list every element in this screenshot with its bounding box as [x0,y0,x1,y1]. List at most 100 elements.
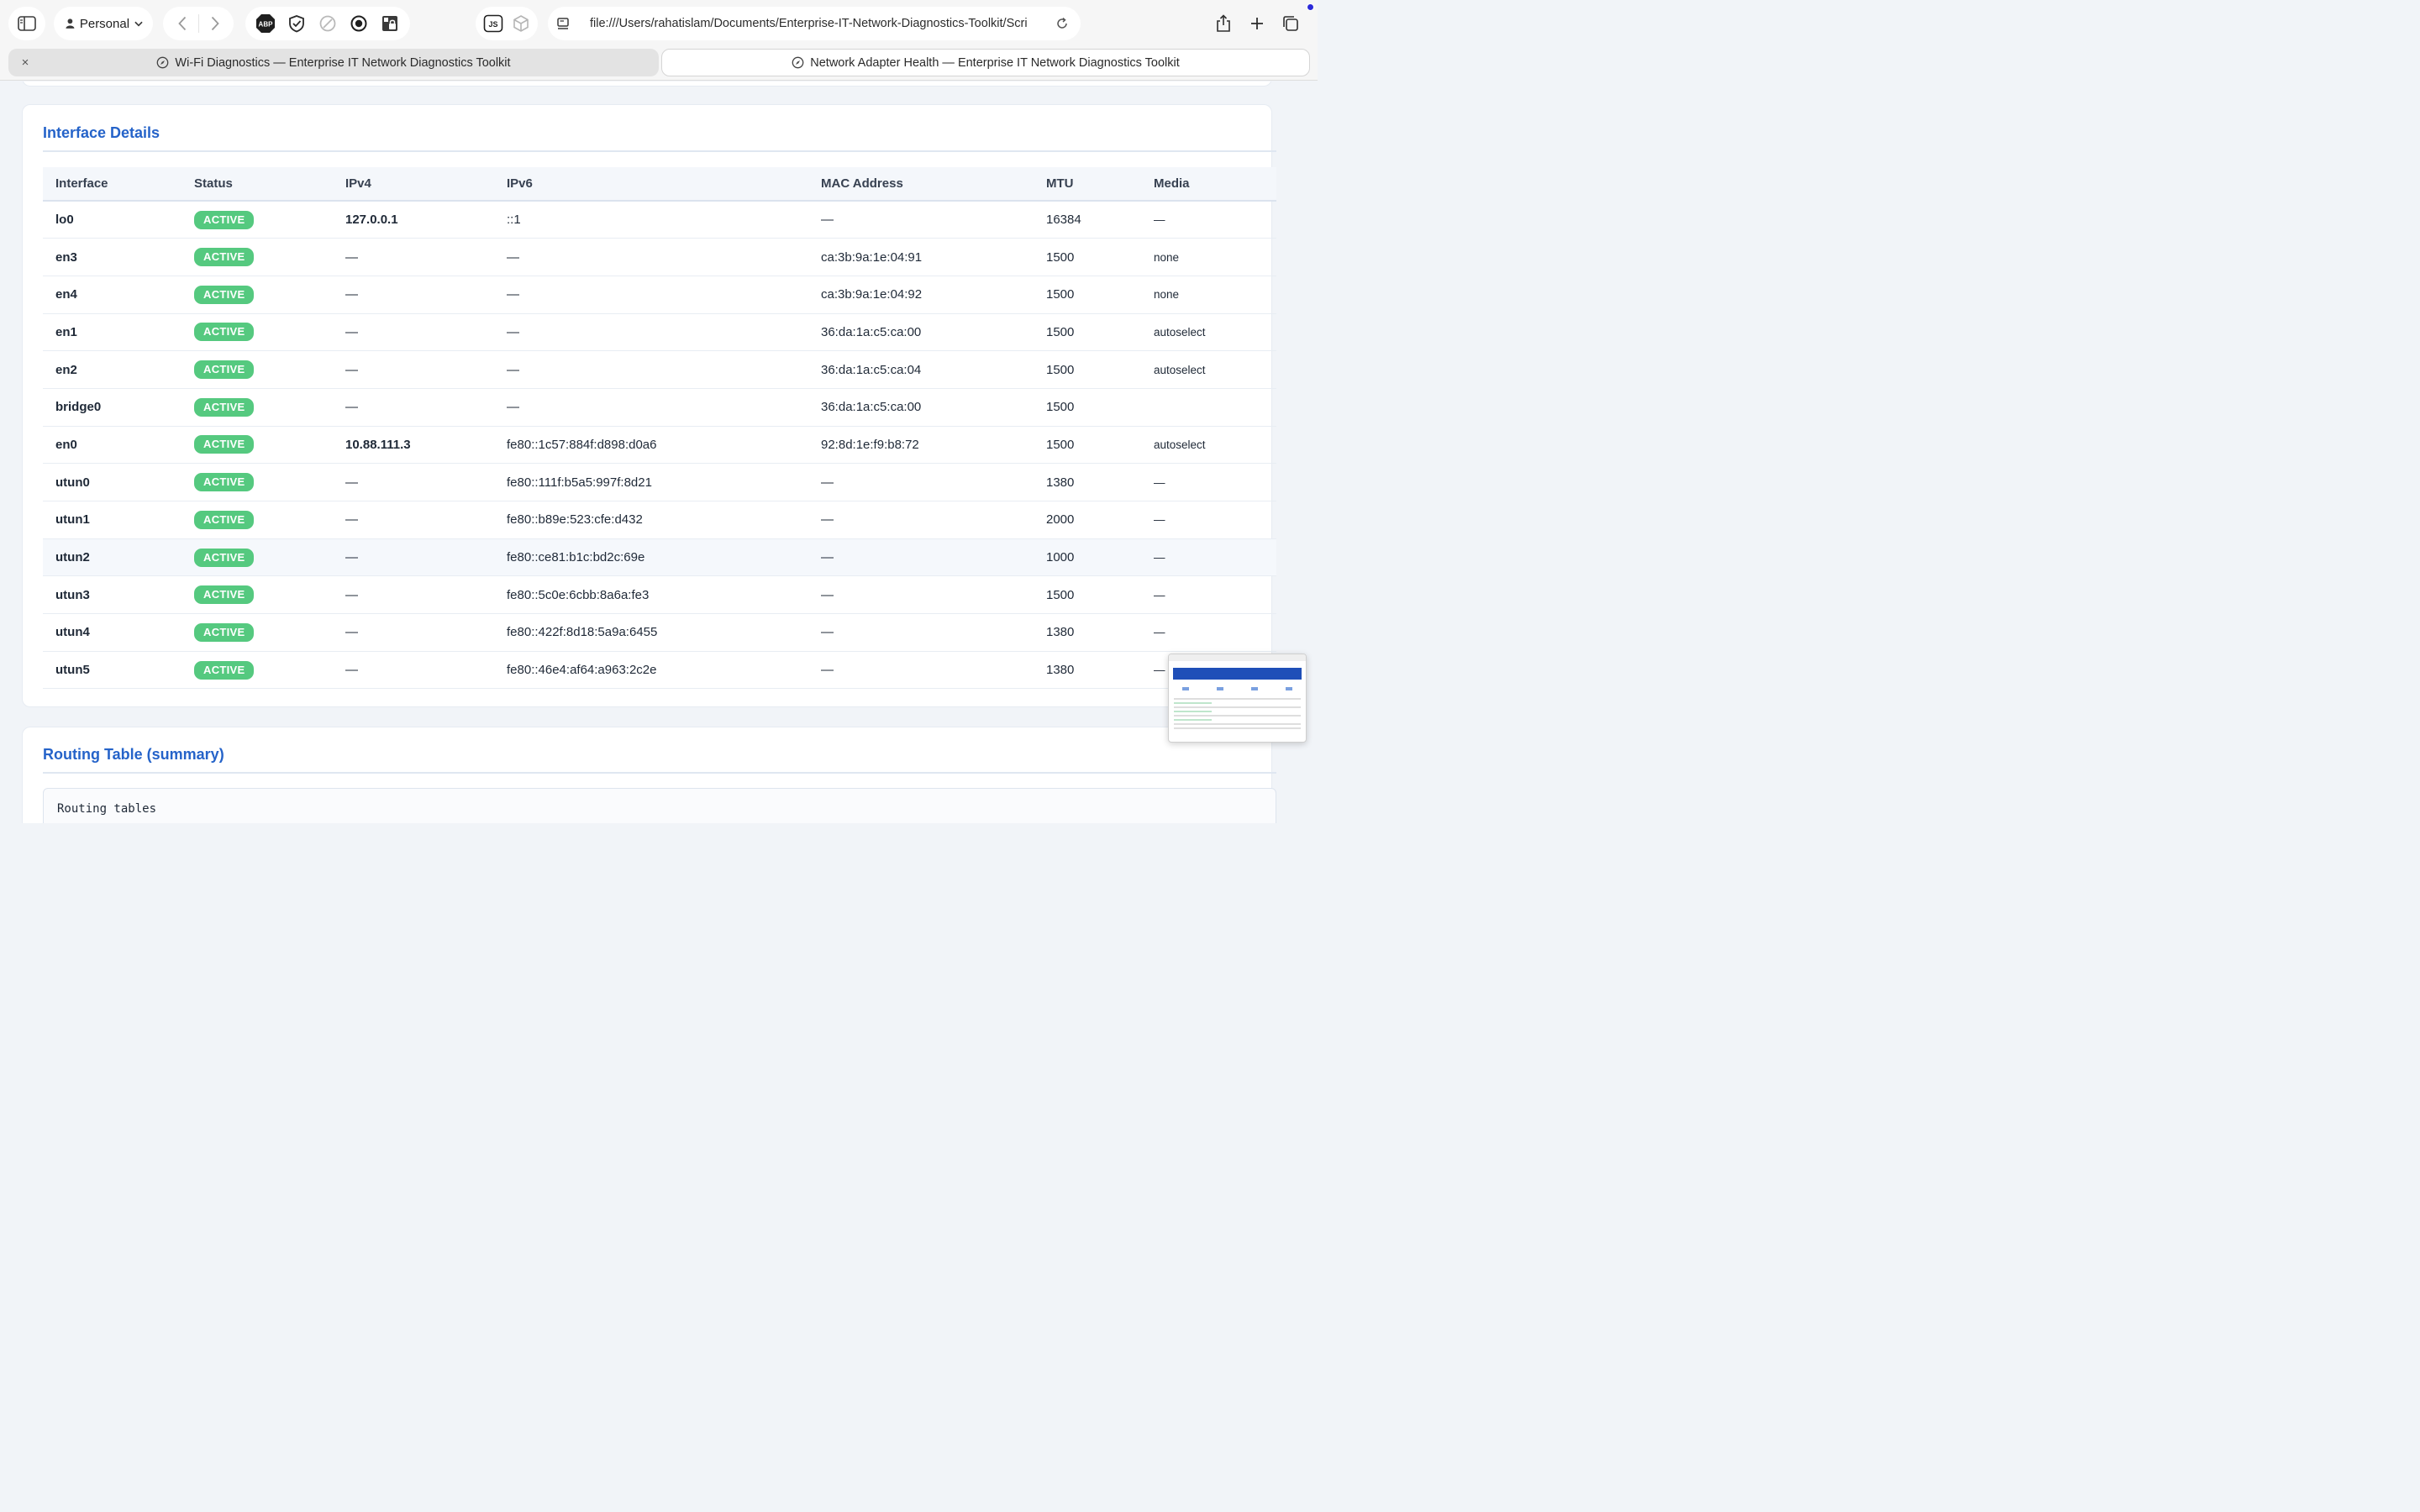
navigation-buttons [163,7,234,40]
section-title: Routing Table (summary) [43,746,224,763]
ipv6-cell: — [494,350,808,389]
table-header-row: Interface Status IPv4 IPv6 MAC Address M… [43,167,1276,202]
interface-name-cell: utun0 [43,463,182,501]
divider [197,14,199,33]
thumbnail-header [1173,668,1302,680]
mac-address-cell: — [808,613,1034,652]
ipv6-cell: fe80::422f:8d18:5a9a:6455 [494,613,808,652]
interface-name-cell: utun2 [43,538,182,577]
adblock-icon: ABP [256,14,276,33]
ipv4-cell: — [333,238,494,276]
notification-dot [1307,3,1314,11]
mtu-cell: 1500 [1034,350,1141,389]
lock-icon [381,16,397,31]
table-row: utun1 ACTIVE — fe80::b89e:523:cfe:d432—2000… [43,501,1276,539]
table-row: en3 ACTIVE — — ca:3b:9a:1e:04:91 1500 none [43,238,1276,276]
shield-extension-button[interactable] [281,8,312,39]
media-cell: — [1141,463,1276,501]
column-header: Media [1141,167,1276,202]
table-row: en4 ACTIVE — — ca:3b:9a:1e:04:92 1500 none [43,276,1276,314]
tab-overview-button[interactable] [1276,8,1306,39]
ipv4-cell: — [333,388,494,427]
status-cell: ACTIVE [182,201,333,239]
mac-address-cell: 36:da:1a:c5:ca:04 [808,350,1034,389]
reload-button[interactable] [1052,8,1072,39]
interface-name-cell: utun4 [43,613,182,652]
interface-name-cell: lo0 [43,201,182,239]
profile-button[interactable]: Personal [54,7,153,40]
status-badge: ACTIVE [194,473,255,492]
status-badge: ACTIVE [194,323,255,342]
ipv6-cell: — [494,313,808,352]
previous-card [22,81,1272,87]
table-row: lo0 ACTIVE 127.0.0.1::1—16384— [43,201,1276,239]
status-cell: ACTIVE [182,575,333,615]
ipv4-cell: — [333,575,494,615]
mtu-cell: 16384 [1034,201,1141,239]
javascript-label: JS [488,20,497,29]
tabs-overview-icon [1283,16,1298,31]
table-row: utun3 ACTIVE — fe80::5c0e:6cbb:8a6a:fe3—150… [43,575,1276,615]
mac-address-cell: — [808,651,1034,690]
interface-name-cell: en2 [43,350,182,389]
media-cell: none [1141,238,1276,276]
status-cell: ACTIVE [182,613,333,652]
routing-table-output: Routing tables [43,788,1276,823]
status-badge: ACTIVE [194,210,255,229]
ipv4-cell: — [333,313,494,352]
mac-address-cell: ca:3b:9a:1e:04:91 [808,238,1034,276]
page-menu-icon [557,18,569,29]
status-badge: ACTIVE [194,397,255,417]
mac-address-cell: ca:3b:9a:1e:04:92 [808,276,1034,314]
close-tab-button[interactable]: × [17,54,34,71]
thumbnail-stats [1169,685,1306,693]
mac-address-cell: — [808,501,1034,539]
sidebar-toggle-button[interactable] [8,7,45,40]
ipv4-cell: — [333,651,494,690]
url-text: file:///Users/rahatislam/Documents/Enter… [590,17,1028,30]
status-badge: ACTIVE [194,660,255,680]
interface-name-cell: en0 [43,426,182,465]
status-badge: ACTIVE [194,510,255,529]
tab-bar: × Wi-Fi Diagnostics — Enterprise IT Netw… [0,47,1318,81]
interface-name-cell: utun5 [43,651,182,690]
mtu-cell: 1380 [1034,651,1141,690]
ipv6-cell: fe80::46e4:af64:a963:2c2e [494,651,808,690]
column-header: MAC Address [808,167,1034,202]
forward-button[interactable] [200,8,230,39]
media-cell: — [1141,201,1276,239]
table-row: utun0 ACTIVE — fe80::111f:b5a5:997f:8d21—13… [43,463,1276,501]
section-divider [43,772,1276,774]
status-cell: ACTIVE [182,276,333,314]
compass-extension-button[interactable] [313,8,343,39]
address-bar[interactable]: file:///Users/rahatislam/Documents/Enter… [548,7,1081,40]
status-cell: ACTIVE [182,463,333,501]
javascript-toggle-button[interactable]: JS [479,8,507,39]
ipv6-cell: fe80::ce81:b1c:bd2c:69e [494,538,808,577]
tab-wifi-diagnostics[interactable]: × Wi-Fi Diagnostics — Enterprise IT Netw… [8,49,659,76]
status-cell: ACTIVE [182,388,333,427]
ipv4-cell: 10.88.111.3 [333,426,494,465]
mtu-cell: 2000 [1034,501,1141,539]
media-cell: autoselect [1141,350,1276,389]
status-cell: ACTIVE [182,350,333,389]
reload-icon [1057,17,1067,29]
adblock-label: ABP [259,21,274,29]
mac-address-cell: — [808,463,1034,501]
interface-name-cell: en3 [43,238,182,276]
tab-network-adapter-health[interactable]: Network Adapter Health — Enterprise IT N… [661,49,1310,76]
back-button[interactable] [167,8,197,39]
cube-extension-button[interactable] [507,8,534,39]
share-button[interactable] [1208,8,1239,39]
mtu-cell: 1500 [1034,276,1141,314]
interface-name-cell: bridge0 [43,388,182,427]
lock-extension-button[interactable] [375,8,405,39]
status-badge: ACTIVE [194,622,255,642]
mtu-cell: 1380 [1034,463,1141,501]
interface-name-cell: utun1 [43,501,182,539]
adblock-extension-button[interactable]: ABP [250,8,281,39]
new-tab-button[interactable] [1242,8,1272,39]
browser-toolbar: Personal ABP JS file:///Users/rahatislam… [0,0,1318,47]
record-extension-button[interactable] [344,8,374,39]
page-thumbnail-preview[interactable] [1168,654,1307,743]
